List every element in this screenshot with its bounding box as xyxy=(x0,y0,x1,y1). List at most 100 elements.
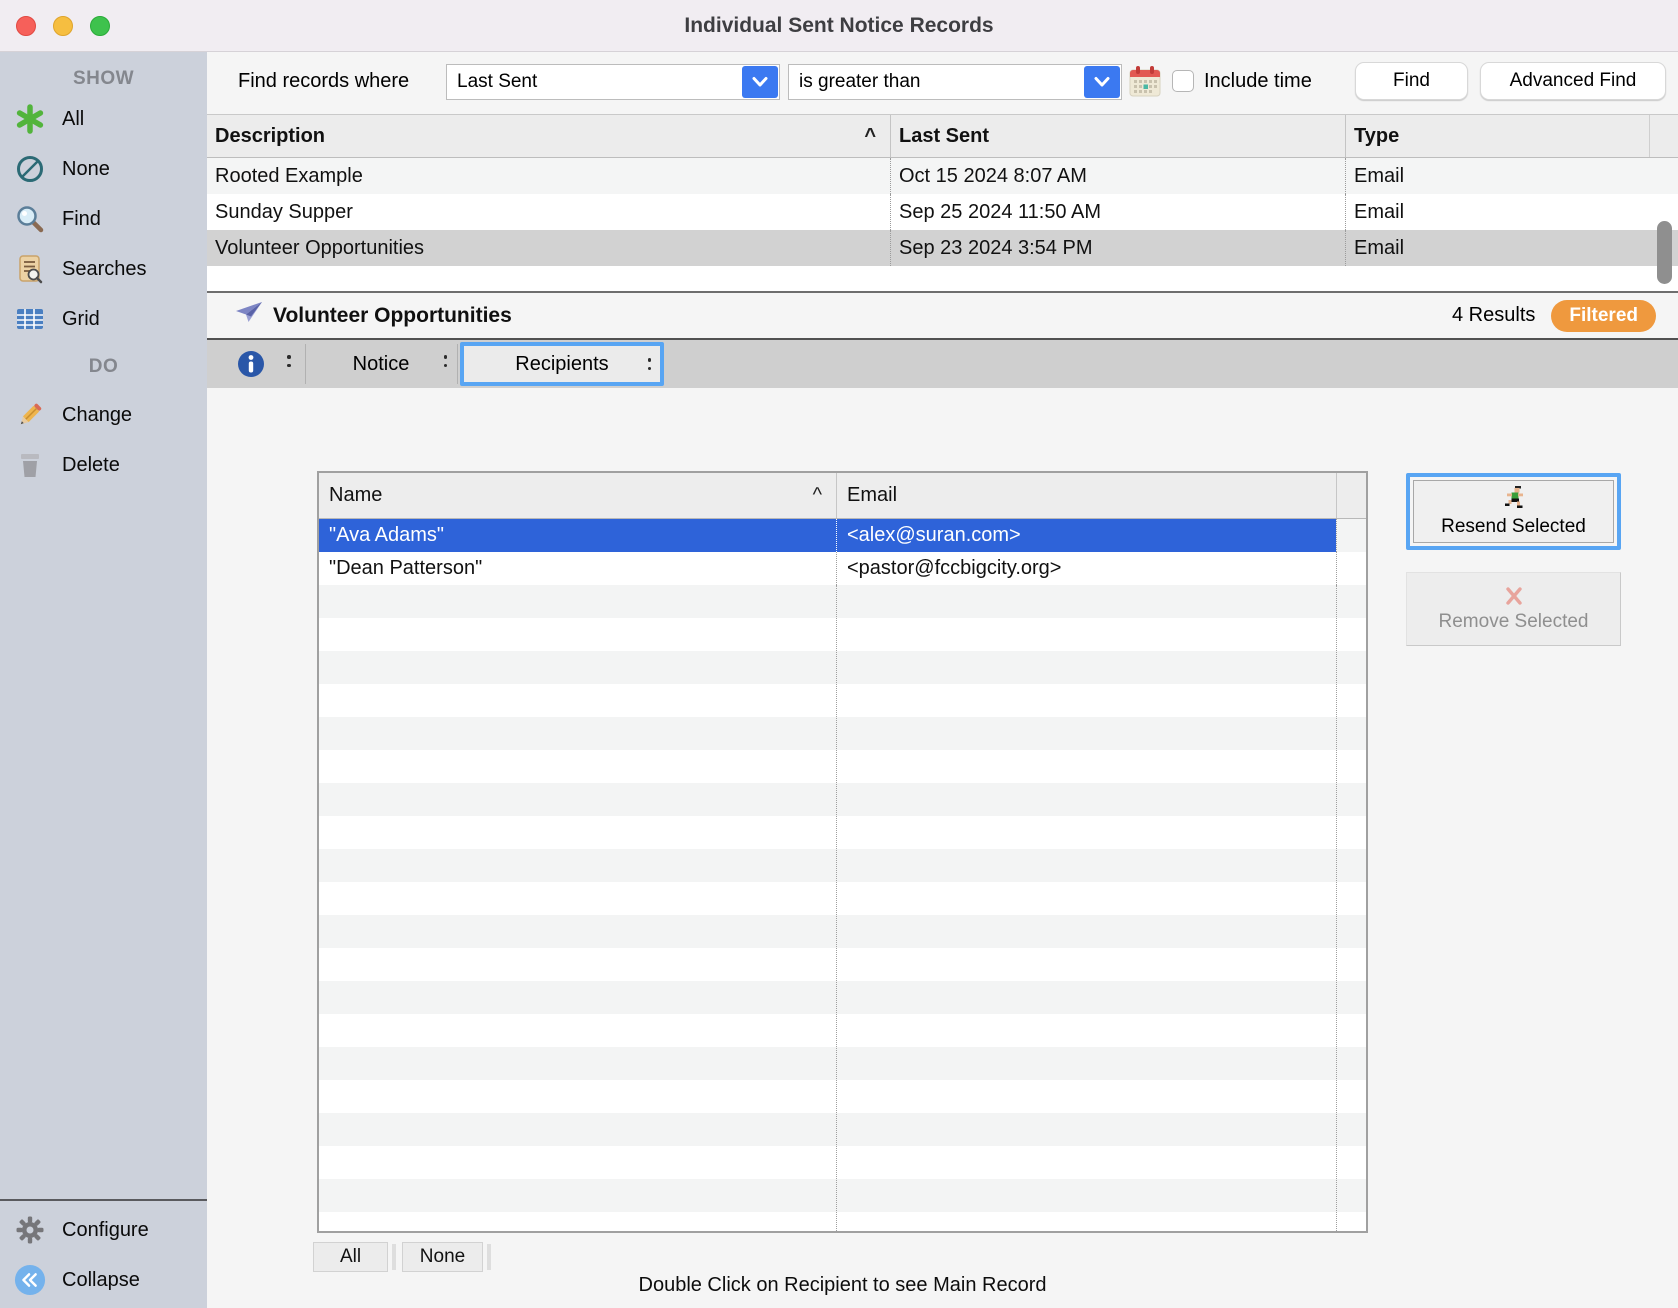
column-header-label: Description xyxy=(215,125,325,148)
resend-selected-button[interactable]: Resend Selected xyxy=(1413,480,1614,543)
remove-x-icon xyxy=(1504,586,1524,609)
record-description-cell: Rooted Example xyxy=(207,165,890,188)
grid-icon xyxy=(14,303,46,335)
tab-separator xyxy=(457,344,458,384)
info-kebab-menu-icon[interactable] xyxy=(287,355,291,367)
tab-notice[interactable]: Notice xyxy=(305,340,457,388)
record-type-cell: Email xyxy=(1345,158,1650,194)
include-time-checkbox[interactable] xyxy=(1172,70,1194,92)
recipients-empty-rows xyxy=(319,585,1366,1231)
row-gutter xyxy=(1336,552,1366,585)
sidebar-item-collapse[interactable]: Collapse xyxy=(0,1255,207,1305)
column-header-label: Name xyxy=(329,484,382,507)
record-description-cell: Sunday Supper xyxy=(207,201,890,224)
sidebar-item-label: All xyxy=(62,108,84,131)
sidebar-item-none[interactable]: None xyxy=(0,144,207,194)
find-button[interactable]: Find xyxy=(1355,62,1468,100)
chevron-down-icon xyxy=(742,66,778,98)
sidebar-item-label: Searches xyxy=(62,258,147,281)
header-gutter xyxy=(1649,115,1678,157)
column-header-description[interactable]: Description ^ xyxy=(207,125,890,148)
select-all-button[interactable]: All xyxy=(313,1242,388,1272)
sidebar-item-label: Configure xyxy=(62,1219,149,1242)
header-gutter xyxy=(1336,473,1366,518)
detail-title: Volunteer Opportunities xyxy=(273,304,512,328)
column-header-label: Last Sent xyxy=(899,125,989,148)
sidebar-item-label: None xyxy=(62,158,110,181)
circle-slash-icon xyxy=(14,153,46,185)
sidebar-item-change[interactable]: Change xyxy=(0,390,207,440)
record-last-sent-cell: Sep 23 2024 3:54 PM xyxy=(890,230,1345,266)
sidebar-item-all[interactable]: All xyxy=(0,94,207,144)
operator-select-value: is greater than xyxy=(789,71,1084,93)
sidebar-item-label: Delete xyxy=(62,454,120,477)
title-bar: Individual Sent Notice Records xyxy=(0,0,1678,52)
recipients-table: Name ^ Email "Ava Adams" <alex@suran.com… xyxy=(317,471,1368,1233)
sidebar-item-label: Grid xyxy=(62,308,100,331)
results-count: 4 Results xyxy=(1452,304,1535,327)
pencil-icon xyxy=(14,399,46,431)
trash-icon xyxy=(14,449,46,481)
advanced-find-button[interactable]: Advanced Find xyxy=(1480,62,1666,100)
record-description-cell: Volunteer Opportunities xyxy=(207,237,890,260)
magnifier-icon xyxy=(14,203,46,235)
record-row[interactable]: Rooted Example Oct 15 2024 8:07 AM Email xyxy=(207,158,1678,194)
gear-icon xyxy=(14,1214,46,1246)
detail-tab-bar: Notice Recipients xyxy=(207,338,1678,388)
recipient-row-selected[interactable]: "Ava Adams" <alex@suran.com> xyxy=(319,519,1366,552)
vertical-scrollbar-thumb[interactable] xyxy=(1657,221,1672,284)
button-separator xyxy=(392,1244,396,1270)
sidebar-item-configure[interactable]: Configure xyxy=(0,1205,207,1255)
recipients-kebab-menu-icon[interactable] xyxy=(648,358,652,370)
select-none-button[interactable]: None xyxy=(402,1242,483,1272)
recipient-name-cell: "Ava Adams" xyxy=(319,519,836,552)
collapse-chevrons-icon xyxy=(14,1264,46,1296)
record-last-sent-cell: Sep 25 2024 11:50 AM xyxy=(890,194,1345,230)
sidebar-item-label: Change xyxy=(62,404,132,427)
footer-hint: Double Click on Recipient to see Main Re… xyxy=(317,1274,1368,1297)
records-table: Description ^ Last Sent Type Rooted Exam… xyxy=(207,114,1678,293)
app-window: Individual Sent Notice Records SHOW All xyxy=(0,0,1678,1308)
sidebar-item-label: Collapse xyxy=(62,1269,140,1292)
column-header-last-sent[interactable]: Last Sent xyxy=(890,115,1345,157)
resend-selected-label: Resend Selected xyxy=(1441,516,1586,538)
sidebar-section-show: SHOW xyxy=(0,64,207,94)
tab-label: Recipients xyxy=(515,353,608,376)
sidebar-footer: Configure Collapse xyxy=(0,1199,207,1305)
sidebar-item-find[interactable]: Find xyxy=(0,194,207,244)
column-header-email[interactable]: Email xyxy=(836,473,1336,518)
runner-icon xyxy=(1503,486,1525,514)
field-select[interactable]: Last Sent xyxy=(446,64,780,100)
column-header-type[interactable]: Type xyxy=(1345,115,1649,157)
resend-selected-highlight-ring: Resend Selected xyxy=(1406,473,1621,550)
find-records-where-label: Find records where xyxy=(238,70,409,93)
filtered-badge[interactable]: Filtered xyxy=(1551,300,1656,332)
chevron-down-icon xyxy=(1084,66,1120,98)
sidebar-item-searches[interactable]: Searches xyxy=(0,244,207,294)
sidebar-section-do: DO xyxy=(0,344,207,390)
calendar-icon[interactable] xyxy=(1128,64,1162,103)
column-header-label: Type xyxy=(1354,125,1399,148)
include-time-label: Include time xyxy=(1204,70,1312,93)
sidebar-item-delete[interactable]: Delete xyxy=(0,440,207,490)
sidebar-item-label: Find xyxy=(62,208,101,231)
recipient-email-cell: <pastor@fccbigcity.org> xyxy=(836,552,1336,585)
sidebar-item-grid[interactable]: Grid xyxy=(0,294,207,344)
record-last-sent-cell: Oct 15 2024 8:07 AM xyxy=(890,158,1345,194)
info-icon[interactable] xyxy=(237,350,265,383)
button-separator xyxy=(487,1244,491,1270)
asterisk-icon xyxy=(14,103,46,135)
remove-selected-button-disabled[interactable]: Remove Selected xyxy=(1406,572,1621,646)
recipients-table-header: Name ^ Email xyxy=(319,473,1366,519)
tab-label: Notice xyxy=(353,353,410,376)
detail-section-header: Volunteer Opportunities 4 Results Filter… xyxy=(207,293,1678,338)
record-row-selected[interactable]: Volunteer Opportunities Sep 23 2024 3:54… xyxy=(207,230,1678,266)
operator-select[interactable]: is greater than xyxy=(788,64,1122,100)
record-row[interactable]: Sunday Supper Sep 25 2024 11:50 AM Email xyxy=(207,194,1678,230)
tab-recipients-active[interactable]: Recipients xyxy=(460,342,664,386)
recipient-row[interactable]: "Dean Patterson" <pastor@fccbigcity.org> xyxy=(319,552,1366,585)
column-header-label: Email xyxy=(847,484,897,507)
column-header-name[interactable]: Name ^ xyxy=(319,473,836,518)
notice-kebab-menu-icon[interactable] xyxy=(444,355,448,367)
saved-searches-icon xyxy=(14,253,46,285)
